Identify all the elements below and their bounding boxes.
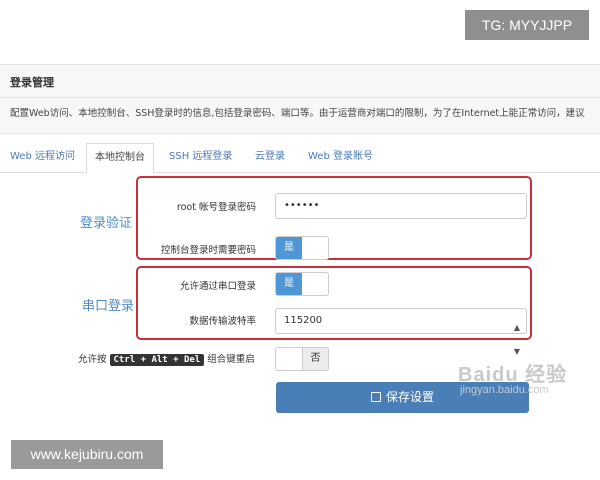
login-management-panel: 登录管理 配置Web访问、本地控制台、SSH登录时的信息,包括登录密码、端口等。… bbox=[0, 64, 600, 134]
keyboard-combo: Ctrl + Alt + Del bbox=[109, 354, 205, 366]
allow-serial-toggle[interactable]: 是 bbox=[275, 272, 329, 296]
watermark-top-label: TG: MYYJJPP bbox=[465, 10, 589, 40]
tab-cloud-login[interactable]: 云登录 bbox=[247, 143, 293, 173]
toggle-on-segment: 是 bbox=[276, 273, 302, 295]
tab-web-account[interactable]: Web 登录账号 bbox=[300, 143, 381, 173]
console-password-label: 控制台登录时需要密码 bbox=[160, 245, 256, 256]
baud-rate-label: 数据传输波特率 bbox=[189, 316, 256, 327]
tab-local-console[interactable]: 本地控制台 bbox=[86, 143, 154, 174]
allow-serial-label: 允许通过串口登录 bbox=[179, 281, 256, 292]
baud-rate-value: 115200 bbox=[284, 315, 323, 326]
toggle-on-segment: 是 bbox=[276, 237, 302, 259]
baidu-url-text: jingyan.baidu.com bbox=[460, 384, 549, 396]
save-button-label: 保存设置 bbox=[385, 390, 434, 404]
tab-ssh-remote[interactable]: SSH 远程登录 bbox=[161, 143, 240, 173]
watermark-bottom-label: www.kejubiru.com bbox=[11, 440, 163, 469]
ctrl-alt-del-toggle[interactable]: 否 bbox=[275, 347, 329, 371]
ctrl-alt-del-suffix: 组合键重启 bbox=[207, 354, 255, 365]
root-password-label: root 帐号登录密码 bbox=[176, 202, 256, 213]
tab-web-remote[interactable]: Web 远程访问 bbox=[2, 143, 83, 173]
toggle-off-segment: 否 bbox=[302, 348, 328, 370]
root-password-input[interactable]: •••••• bbox=[275, 193, 527, 219]
save-disk-icon bbox=[370, 392, 381, 402]
panel-title: 登录管理 bbox=[10, 76, 54, 89]
section-label-serial: 串口登录 bbox=[82, 299, 135, 314]
baidu-logo-text: Baidu 经验 bbox=[458, 364, 568, 386]
baidu-watermark: Baidu 经验 jingyan.baidu.com bbox=[458, 354, 578, 404]
tab-bar: Web 远程访问 本地控制台 SSH 远程登录 云登录 Web 登录账号 bbox=[0, 143, 600, 174]
console-password-toggle[interactable]: 是 bbox=[275, 236, 329, 260]
panel-divider bbox=[0, 97, 600, 98]
ctrl-alt-del-label: 允许按 Ctrl + Alt + Del 组合键重启 bbox=[78, 351, 255, 366]
ctrl-alt-del-prefix: 允许按 bbox=[78, 354, 107, 365]
section-label-auth: 登录验证 bbox=[80, 216, 133, 231]
baud-rate-select[interactable]: 115200 ▲ ▼ bbox=[275, 308, 527, 356]
panel-description: 配置Web访问、本地控制台、SSH登录时的信息,包括登录密码、端口等。由于运营商… bbox=[10, 108, 585, 119]
